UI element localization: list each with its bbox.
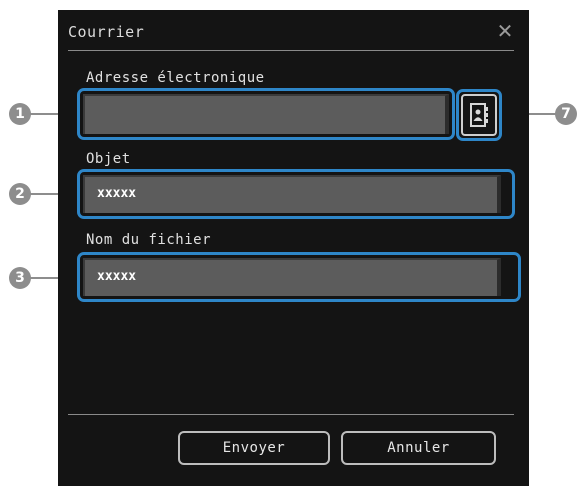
callout-badge-7: 7 [555, 103, 577, 125]
cancel-button[interactable]: Annuler [341, 431, 496, 465]
mail-dialog: Courrier ✕ Adresse électronique Objet xx… [58, 10, 529, 486]
title-bar: Courrier ✕ [58, 10, 529, 50]
footer-separator [68, 414, 514, 415]
address-book-button[interactable] [461, 94, 497, 136]
callout-badge-1: 1 [9, 103, 31, 125]
address-book-icon [470, 103, 488, 127]
file-name-field[interactable]: xxxxx [83, 258, 501, 296]
email-address-label: Adresse électronique [86, 70, 265, 86]
send-button[interactable]: Envoyer [178, 431, 330, 465]
callout-badge-2: 2 [9, 183, 31, 205]
title-separator [68, 50, 514, 51]
dialog-title: Courrier [68, 23, 145, 41]
file-name-label: Nom du fichier [86, 232, 212, 248]
callout-badge-3: 3 [9, 267, 31, 289]
close-icon[interactable]: ✕ [494, 20, 516, 42]
email-address-field[interactable] [83, 94, 449, 134]
subject-label: Objet [86, 151, 131, 167]
subject-field[interactable]: xxxxx [83, 175, 501, 213]
